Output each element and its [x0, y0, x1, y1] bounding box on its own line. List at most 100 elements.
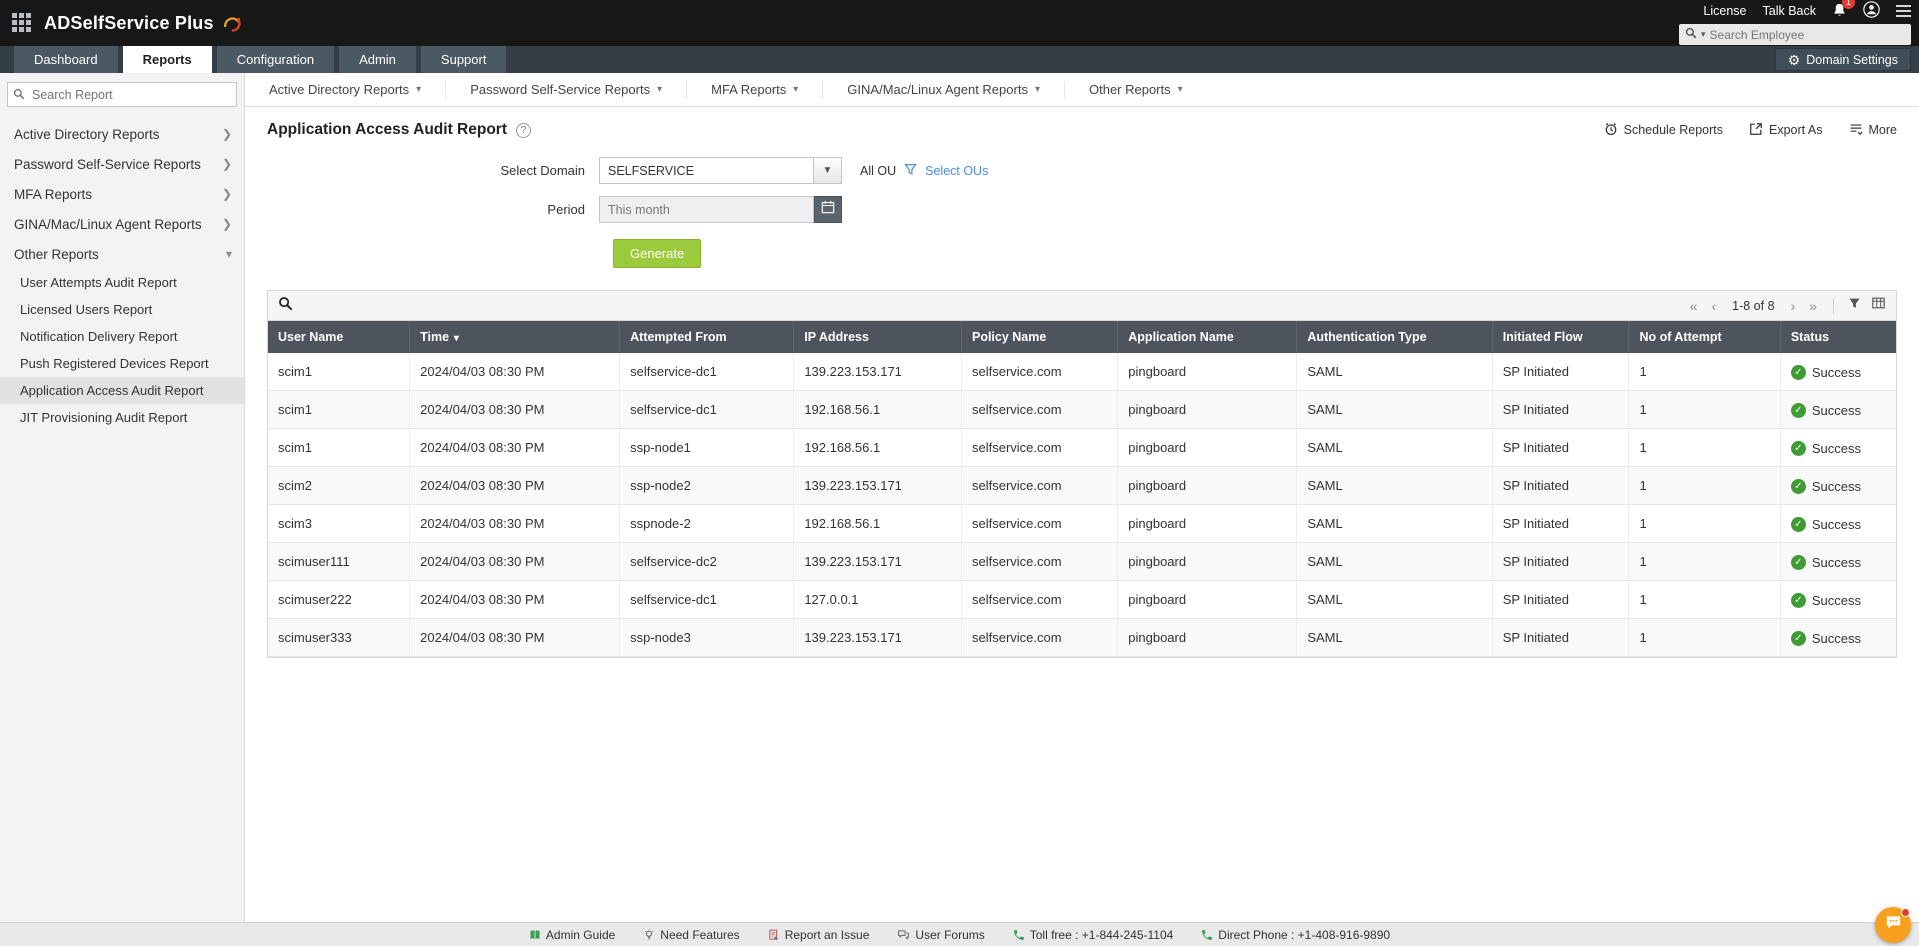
employee-search[interactable]: ▾: [1679, 24, 1911, 45]
column-header-application-name[interactable]: Application Name: [1117, 321, 1298, 353]
sidebar-subitem-user-attempts-audit-report[interactable]: User Attempts Audit Report: [0, 269, 244, 296]
first-page-icon[interactable]: «: [1688, 298, 1700, 314]
cell-status: ✓ Success: [1780, 618, 1896, 657]
employee-search-input[interactable]: [1709, 27, 1905, 42]
status-badge: ✓ Success: [1790, 403, 1861, 418]
domain-settings-button[interactable]: ⚙ Domain Settings: [1774, 48, 1911, 71]
export-as-button[interactable]: Export As: [1749, 122, 1823, 139]
license-link[interactable]: License: [1703, 4, 1746, 18]
report-filter-form: Select Domain SELFSERVICE ▼ All OU Selec…: [267, 157, 1897, 268]
previous-page-icon[interactable]: ‹: [1709, 298, 1718, 314]
last-page-icon[interactable]: »: [1807, 298, 1819, 314]
status-badge: ✓ Success: [1790, 365, 1861, 380]
schedule-reports-button[interactable]: Schedule Reports: [1604, 122, 1723, 139]
sidebar-subitem-jit-provisioning-audit-report[interactable]: JIT Provisioning Audit Report: [0, 404, 244, 431]
cell-user: scim1: [268, 428, 411, 467]
column-header-label: User Name: [278, 330, 344, 344]
notification-badge: 1: [1842, 0, 1855, 9]
notifications-button[interactable]: 1: [1832, 0, 1855, 21]
sort-descending-icon: ▾: [451, 333, 459, 344]
tab-support[interactable]: Support: [420, 46, 507, 73]
cell-flow: SP Initiated: [1492, 428, 1630, 467]
ou-group: All OU Select OUs: [860, 163, 988, 179]
tab-reports[interactable]: Reports: [122, 46, 212, 73]
sidebar-item-gina-mac-linux-agent-reports[interactable]: GINA/Mac/Linux Agent Reports ❯: [0, 209, 244, 239]
status-label: Success: [1811, 631, 1861, 646]
talkback-link[interactable]: Talk Back: [1763, 4, 1817, 18]
sidebar-subitem-push-registered-devices-report[interactable]: Push Registered Devices Report: [0, 350, 244, 377]
sidebar-item-mfa-reports[interactable]: MFA Reports ❯: [0, 179, 244, 209]
domain-select-value[interactable]: SELFSERVICE: [599, 157, 814, 184]
tab-admin[interactable]: Admin: [339, 46, 416, 73]
sidebar-subitem-application-access-audit-report[interactable]: Application Access Audit Report: [0, 377, 244, 404]
user-avatar[interactable]: [1863, 1, 1880, 21]
cell-flow: SP Initiated: [1492, 466, 1630, 505]
generate-button[interactable]: Generate: [613, 239, 702, 268]
footer-link-report-an-issue[interactable]: Report an Issue: [768, 928, 869, 942]
cell-flow: SP Initiated: [1492, 390, 1630, 429]
cell-policy: selfservice.com: [961, 542, 1119, 581]
export-as-label: Export As: [1769, 123, 1823, 137]
cell-from: selfservice-dc1: [619, 353, 795, 391]
column-header-no-of-attempt[interactable]: No of Attempt: [1628, 321, 1781, 353]
sidebar-item-password-self-service-reports[interactable]: Password Self-Service Reports ❯: [0, 149, 244, 179]
column-header-attempted-from[interactable]: Attempted From: [619, 321, 795, 353]
report-menu-item-active-directory-reports[interactable]: Active Directory Reports ▾: [269, 80, 447, 99]
report-menu-item-password-self-service-reports[interactable]: Password Self-Service Reports ▾: [446, 80, 688, 99]
apps-grid-icon[interactable]: [12, 13, 32, 33]
table-search-icon[interactable]: [278, 296, 293, 316]
report-menu-item-mfa-reports[interactable]: MFA Reports ▾: [687, 80, 824, 99]
report-menu-label: Active Directory Reports: [269, 82, 410, 97]
report-menu-item-gina-mac-linux-agent-reports[interactable]: GINA/Mac/Linux Agent Reports ▾: [823, 80, 1065, 99]
ou-filter-icon[interactable]: [904, 163, 917, 179]
chevron-down-icon: ▾: [1034, 84, 1040, 95]
footer-link-direct-phone-1-408-916-9890[interactable]: Direct Phone : +1-408-916-9890: [1201, 928, 1390, 942]
sidebar-subitem-notification-delivery-report[interactable]: Notification Delivery Report: [0, 323, 244, 350]
sidebar-menu: Active Directory Reports ❯ Password Self-S…: [0, 119, 244, 431]
column-header-status[interactable]: Status: [1780, 321, 1896, 353]
column-chooser-icon[interactable]: [1871, 296, 1886, 315]
column-header-authentication-type[interactable]: Authentication Type: [1296, 321, 1493, 353]
footer-link-need-features[interactable]: Need Features: [643, 928, 740, 942]
select-ous-link[interactable]: Select OUs: [925, 164, 988, 178]
tab-dashboard[interactable]: Dashboard: [14, 46, 118, 73]
footer-link-user-forums[interactable]: User Forums: [897, 928, 985, 942]
schedule-reports-label: Schedule Reports: [1623, 123, 1724, 137]
tab-configuration[interactable]: Configuration: [216, 46, 335, 73]
report-menu-label: Password Self-Service Reports: [470, 82, 651, 97]
cell-status: ✓ Success: [1780, 466, 1896, 505]
next-page-icon[interactable]: ›: [1789, 298, 1798, 314]
table-row: scim1 2024/04/03 08:30 PM ssp-node1 192.168…: [268, 428, 1896, 467]
cell-policy: selfservice.com: [961, 618, 1119, 657]
footer-link-toll-free-1-844-245-1104[interactable]: Toll free : +1-844-245-1104: [1013, 928, 1173, 942]
sidebar-subitem-licensed-users-report[interactable]: Licensed Users Report: [0, 296, 244, 323]
sidebar-item-active-directory-reports[interactable]: Active Directory Reports ❯: [0, 119, 244, 149]
calendar-button[interactable]: [814, 196, 842, 223]
domain-select[interactable]: SELFSERVICE ▼: [599, 157, 842, 184]
column-header-policy-name[interactable]: Policy Name: [961, 321, 1119, 353]
forums-icon: [897, 929, 910, 941]
help-icon[interactable]: ?: [516, 122, 531, 138]
report-search-input[interactable]: [7, 82, 237, 107]
column-header-ip-address[interactable]: IP Address: [793, 321, 962, 353]
column-header-label: Attempted From: [630, 330, 727, 344]
hamburger-menu-icon[interactable]: [1896, 5, 1911, 17]
report-menu-label: MFA Reports: [711, 82, 787, 97]
footer-link-admin-guide[interactable]: Admin Guide: [529, 928, 615, 942]
table-filter-icon[interactable]: [1848, 297, 1861, 315]
column-header-user-name[interactable]: User Name: [268, 321, 411, 353]
cell-time: 2024/04/03 08:30 PM: [409, 390, 621, 429]
column-header-time[interactable]: Time ▾: [409, 321, 621, 353]
title-left: Application Access Audit Report ?: [267, 121, 531, 139]
report-menu-item-other-reports[interactable]: Other Reports ▾: [1065, 81, 1207, 99]
chevron-down-icon[interactable]: ▼: [814, 157, 842, 184]
search-scope-caret-icon[interactable]: ▾: [1701, 29, 1706, 40]
phone-icon: [1201, 929, 1213, 941]
more-button[interactable]: More: [1849, 122, 1897, 139]
period-input[interactable]: [599, 196, 814, 223]
sidebar-item-other-reports[interactable]: Other Reports ▾: [0, 239, 244, 269]
help-chat-button[interactable]: [1875, 907, 1911, 943]
cell-auth: SAML: [1296, 580, 1493, 619]
chevron-down-icon: ▾: [793, 84, 799, 95]
column-header-initiated-flow[interactable]: Initiated Flow: [1492, 321, 1630, 353]
